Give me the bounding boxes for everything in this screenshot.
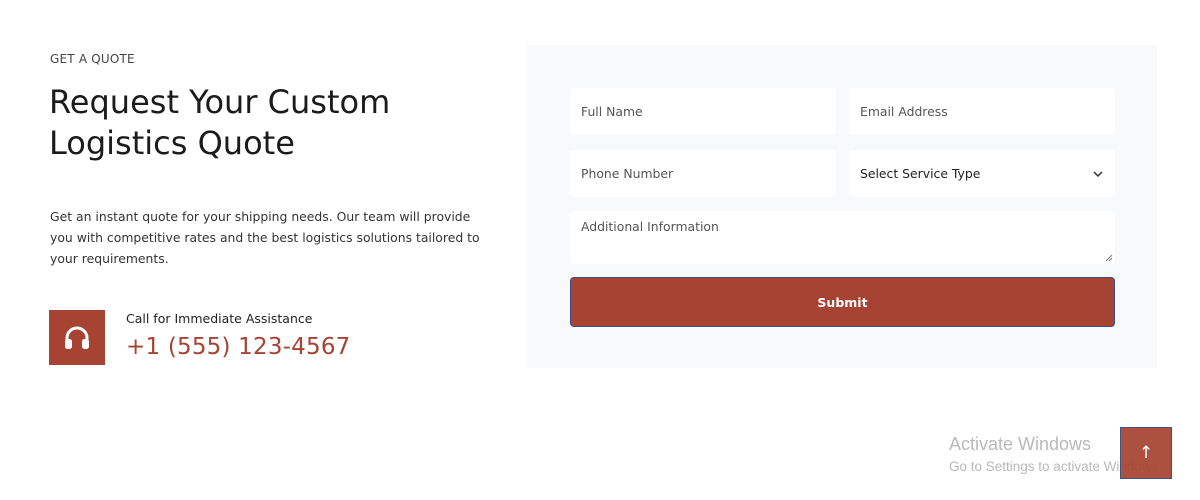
additional-info-field[interactable] xyxy=(570,211,1115,264)
phone-number-link[interactable]: +1 (555) 123-4567 xyxy=(126,334,351,360)
email-input[interactable] xyxy=(849,88,1115,135)
chevron-down-icon xyxy=(1093,170,1103,177)
full-name-input[interactable] xyxy=(570,88,836,135)
headphones-icon xyxy=(65,326,89,349)
page-title: Request Your Custom Logistics Quote xyxy=(49,83,391,162)
activate-windows-title: Activate Windows xyxy=(949,434,1092,454)
resize-grip-icon[interactable] xyxy=(1105,254,1113,262)
section-eyebrow: GET A QUOTE xyxy=(50,52,135,66)
phone-input[interactable] xyxy=(570,150,836,197)
call-label: Call for Immediate Assistance xyxy=(126,311,313,326)
call-icon-box[interactable] xyxy=(49,310,105,365)
submit-button[interactable]: Submit xyxy=(570,277,1115,327)
section-description: Get an instant quote for your shipping n… xyxy=(50,209,480,266)
service-type-select[interactable]: Select Service Type xyxy=(849,150,1115,197)
service-type-value: Select Service Type xyxy=(860,166,981,181)
additional-info-textarea[interactable] xyxy=(570,211,1115,264)
scroll-to-top-button[interactable]: ↑ xyxy=(1120,427,1172,479)
arrow-up-icon: ↑ xyxy=(1138,443,1154,463)
